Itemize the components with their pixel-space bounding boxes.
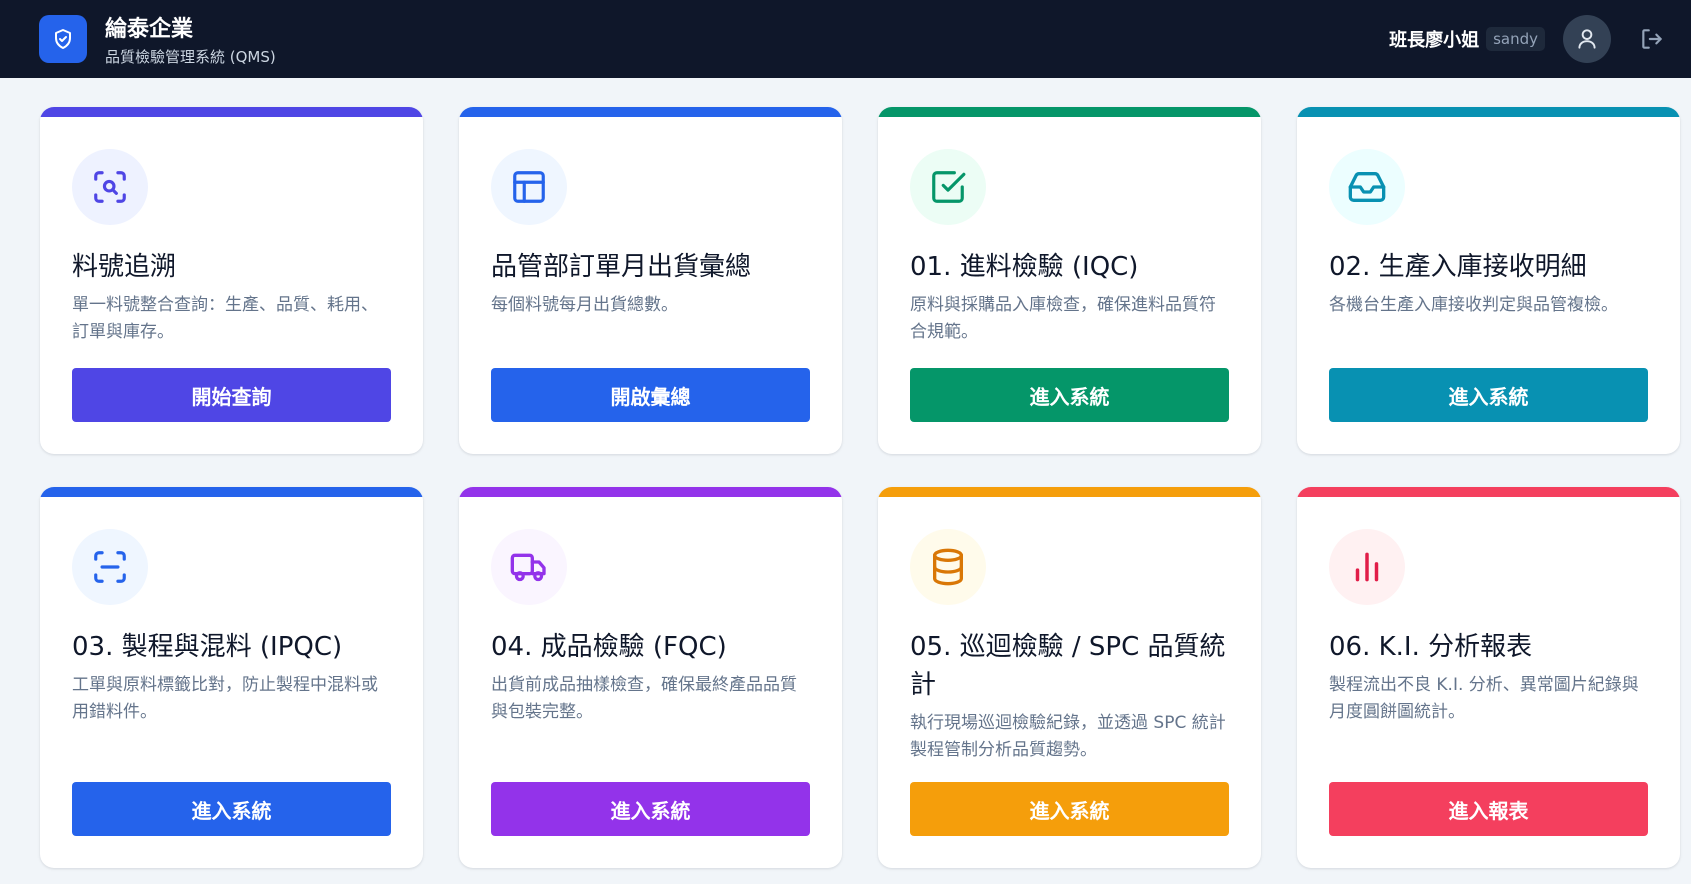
card-accent-bar bbox=[459, 107, 842, 117]
card-description: 各機台生產入庫接收判定與品管複檢。 bbox=[1329, 295, 1618, 315]
enter-spc-button[interactable]: 進入系統 bbox=[910, 782, 1229, 836]
module-card-spc: 05. 巡迴檢驗 / SPC 品質統計 執行現場巡迴檢驗紀錄，並透過 SPC 統… bbox=[878, 487, 1261, 868]
card-title: 品管部訂單月出貨彙總 bbox=[491, 252, 752, 282]
module-card-iqc: 01. 進料檢驗 (IQC) 原料與採購品入庫檢查，確保進料品質符合規範。 進入… bbox=[878, 107, 1261, 454]
module-card-ipqc: 03. 製程與混料 (IPQC) 工單與原料標籤比對，防止製程中混料或用錯料件。… bbox=[40, 487, 423, 868]
company-name: 綸泰企業 bbox=[105, 17, 194, 42]
shield-check-icon bbox=[39, 15, 87, 63]
card-title: 料號追溯 bbox=[72, 252, 177, 282]
module-card-production-receipt: 02. 生產入庫接收明細 各機台生產入庫接收判定與品管複檢。 進入系統 bbox=[1297, 107, 1680, 454]
scan-line-icon bbox=[72, 529, 148, 605]
database-icon bbox=[910, 529, 986, 605]
card-title: 02. 生產入庫接收明細 bbox=[1329, 252, 1587, 282]
user-name: 班長廖小姐 bbox=[1389, 30, 1480, 51]
card-title: 04. 成品檢驗 (FQC) bbox=[491, 632, 727, 662]
table-layout-icon bbox=[491, 149, 567, 225]
search-scan-icon bbox=[72, 149, 148, 225]
enter-report-button[interactable]: 進入報表 bbox=[1329, 782, 1648, 836]
card-description: 原料與採購品入庫檢查，確保進料品質符合規範。 bbox=[910, 295, 1216, 342]
card-accent-bar bbox=[878, 487, 1261, 497]
card-accent-bar bbox=[878, 107, 1261, 117]
enter-fqc-button[interactable]: 進入系統 bbox=[491, 782, 810, 836]
card-accent-bar bbox=[459, 487, 842, 497]
card-description: 單一料號整合查詢：生產、品質、耗用、訂單與庫存。 bbox=[72, 295, 378, 342]
card-accent-bar bbox=[40, 107, 423, 117]
top-navbar: 綸泰企業 品質檢驗管理系統 (QMS) 班長廖小姐 sandy bbox=[0, 0, 1691, 78]
card-description: 工單與原料標籤比對，防止製程中混料或用錯料件。 bbox=[72, 675, 378, 722]
enter-receipt-button[interactable]: 進入系統 bbox=[1329, 368, 1648, 422]
checkbox-icon bbox=[910, 149, 986, 225]
card-title: 03. 製程與混料 (IPQC) bbox=[72, 632, 343, 662]
truck-icon bbox=[491, 529, 567, 605]
card-description: 執行現場巡迴檢驗紀錄，並透過 SPC 統計製程管制分析品質趨勢。 bbox=[910, 713, 1226, 760]
card-accent-bar bbox=[1297, 487, 1680, 497]
enter-iqc-button[interactable]: 進入系統 bbox=[910, 368, 1229, 422]
card-accent-bar bbox=[1297, 107, 1680, 117]
brand: 綸泰企業 品質檢驗管理系統 (QMS) bbox=[39, 11, 276, 67]
enter-ipqc-button[interactable]: 進入系統 bbox=[72, 782, 391, 836]
module-card-fqc: 04. 成品檢驗 (FQC) 出貨前成品抽樣檢查，確保最終產品品質與包裝完整。 … bbox=[459, 487, 842, 868]
card-title: 05. 巡迴檢驗 / SPC 品質統計 bbox=[910, 632, 1226, 700]
start-query-button[interactable]: 開始查詢 bbox=[72, 368, 391, 422]
card-title: 01. 進料檢驗 (IQC) bbox=[910, 252, 1139, 282]
system-subtitle: 品質檢驗管理系統 (QMS) bbox=[105, 48, 276, 66]
card-description: 每個料號每月出貨總數。 bbox=[491, 295, 678, 315]
open-summary-button[interactable]: 開啟彙總 bbox=[491, 368, 810, 422]
module-grid: 料號追溯 單一料號整合查詢：生產、品質、耗用、訂單與庫存。 開始查詢 品管部訂單… bbox=[40, 107, 1680, 868]
inbox-icon bbox=[1329, 149, 1405, 225]
user-avatar-icon[interactable] bbox=[1563, 15, 1611, 63]
card-description: 出貨前成品抽樣檢查，確保最終產品品質與包裝完整。 bbox=[491, 675, 797, 722]
bar-chart-icon bbox=[1329, 529, 1405, 605]
module-card-ki-report: 06. K.I. 分析報表 製程流出不良 K.I. 分析、異常圖片紀錄與月度圓餅… bbox=[1297, 487, 1680, 868]
user-area: 班長廖小姐 sandy bbox=[1389, 15, 1667, 63]
user-id-badge: sandy bbox=[1486, 27, 1545, 51]
module-card-part-trace: 料號追溯 單一料號整合查詢：生產、品質、耗用、訂單與庫存。 開始查詢 bbox=[40, 107, 423, 454]
card-title: 06. K.I. 分析報表 bbox=[1329, 632, 1533, 662]
logout-icon[interactable] bbox=[1637, 24, 1667, 54]
card-description: 製程流出不良 K.I. 分析、異常圖片紀錄與月度圓餅圖統計。 bbox=[1329, 675, 1639, 722]
module-card-monthly-shipment: 品管部訂單月出貨彙總 每個料號每月出貨總數。 開啟彙總 bbox=[459, 107, 842, 454]
card-accent-bar bbox=[40, 487, 423, 497]
